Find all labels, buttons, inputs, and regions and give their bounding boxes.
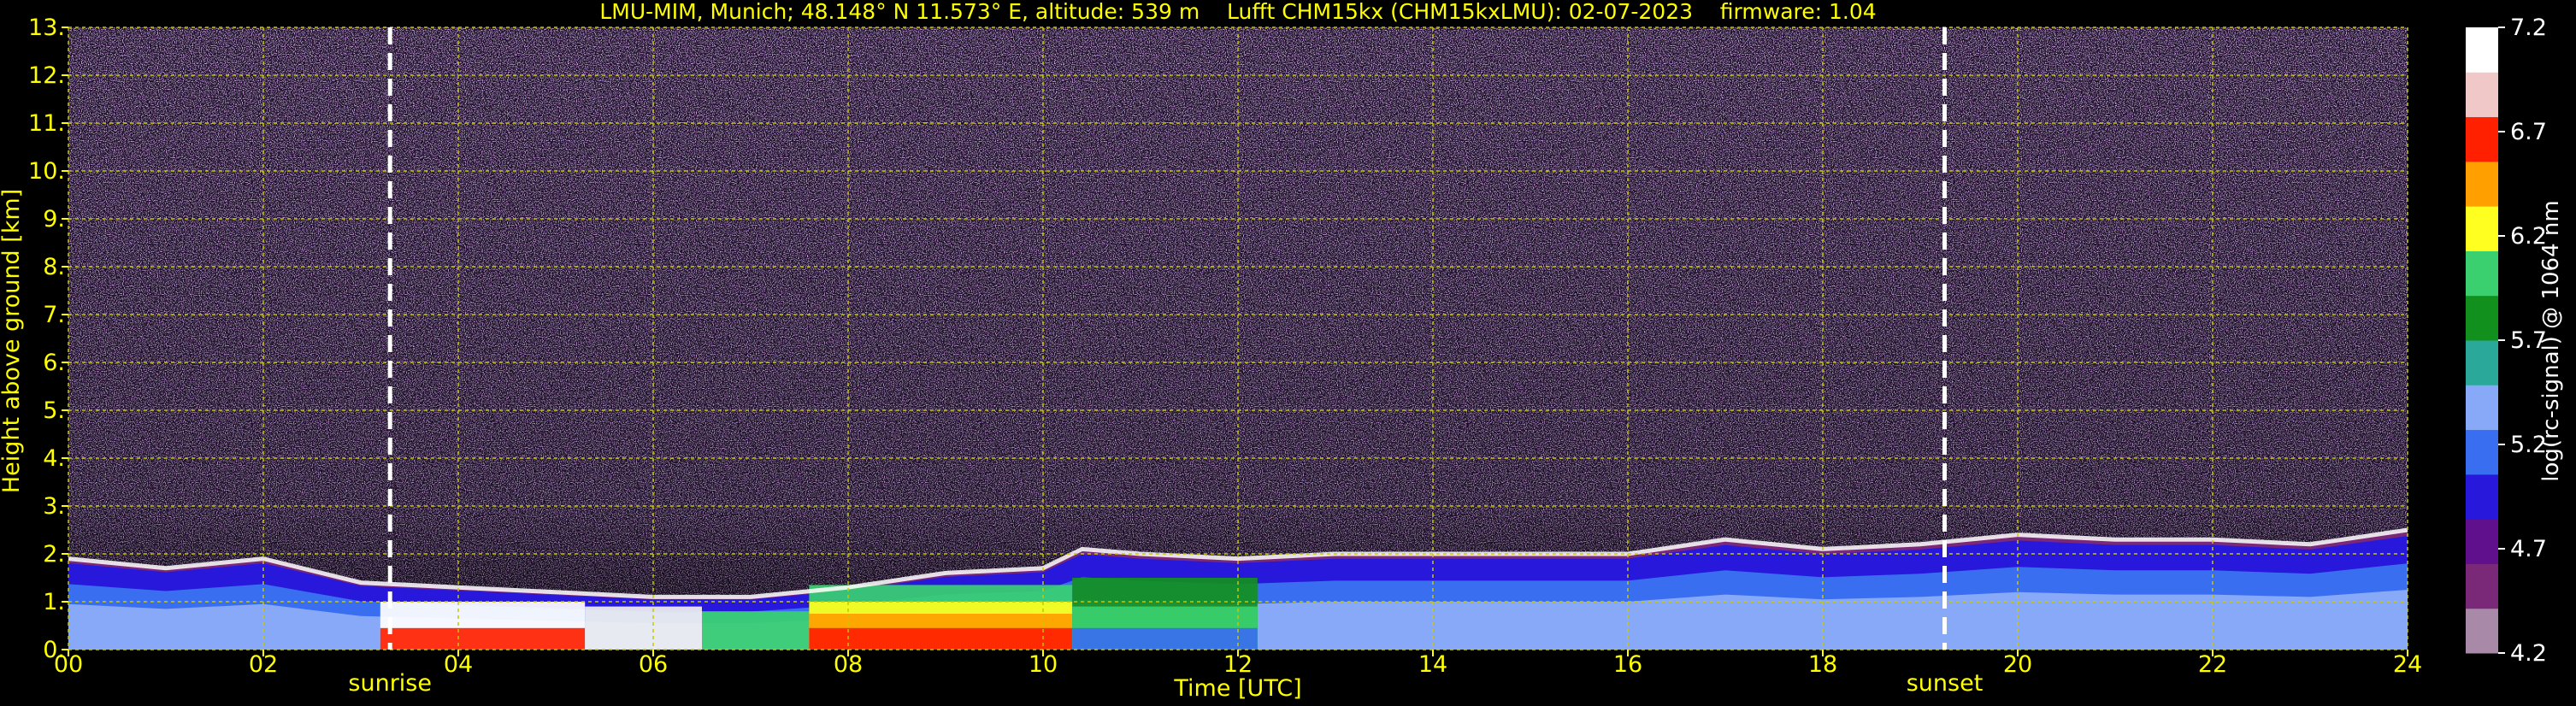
- colorbar-segment: [2466, 519, 2498, 564]
- signal-patch: [585, 606, 702, 650]
- y-tick-label: 4.: [43, 445, 65, 472]
- y-tick-label: 11.: [28, 110, 65, 137]
- x-tick-label: 02: [249, 651, 278, 678]
- y-tick-label: 12.: [28, 62, 65, 89]
- colorbar-segment: [2466, 563, 2498, 609]
- colorbar-segment: [2466, 295, 2498, 341]
- colorbar-segment: [2466, 385, 2498, 431]
- colorbar-tick-label: 6.7: [2510, 119, 2547, 145]
- y-tick-label: 0.: [43, 637, 65, 663]
- x-tick-label: 14: [1418, 651, 1447, 678]
- colorbar-segment: [2466, 474, 2498, 520]
- signal-patch: [702, 611, 810, 650]
- colorbar: 4.24.75.25.76.26.77.2: [2466, 15, 2547, 667]
- colorbar-segment: [2466, 116, 2498, 162]
- colorbar-segment: [2466, 27, 2498, 73]
- y-tick-label: 1.: [43, 589, 65, 615]
- sunrise-label: sunrise: [348, 670, 432, 697]
- y-tick-label: 10.: [28, 158, 65, 185]
- x-tick-label: 06: [639, 651, 668, 678]
- colorbar-segment: [2466, 250, 2498, 297]
- signal-patch: [380, 627, 586, 650]
- x-tick-label: 18: [1808, 651, 1837, 678]
- y-tick-label: 2.: [43, 541, 65, 568]
- colorbar-tick-label: 4.2: [2510, 640, 2547, 667]
- y-axis-label: Height above ground [km]: [0, 189, 25, 493]
- colorbar-tick-label: 4.7: [2510, 536, 2547, 562]
- x-tick-label: 16: [1613, 651, 1642, 678]
- colorbar-segment: [2466, 161, 2498, 207]
- x-tick-label: 12: [1223, 651, 1253, 678]
- signal-patch: [1072, 627, 1258, 650]
- colorbar-segment: [2466, 72, 2498, 118]
- y-tick-label: 3.: [43, 493, 65, 520]
- sunset-label: sunset: [1907, 670, 1984, 697]
- x-tick-label: 24: [2393, 651, 2422, 678]
- y-tick-label: 7.: [43, 302, 65, 328]
- plot-area: [68, 26, 2408, 650]
- ceilometer-figure: 00 02 04 06 08 10 12 14 16 18 20 22 24 0.1.2.3.4.5.6…: [0, 0, 2564, 702]
- x-tick-label: 10: [1029, 651, 1058, 678]
- colorbar-segment: [2466, 608, 2498, 654]
- y-tick-label: 13.: [28, 15, 65, 41]
- y-axis-ticks: 0. 1. 2. 3. 4. 5. 6. 7. 8. 9. 10. 11. 12. 13.: [28, 15, 68, 663]
- colorbar-segment: [2466, 206, 2498, 251]
- x-tick-label: 04: [444, 651, 473, 678]
- x-tick-label: 22: [2198, 651, 2227, 678]
- y-tick-label: 6.: [43, 350, 65, 376]
- chart-title: LMU-MIM, Munich; 48.148° N 11.573° E, al…: [599, 0, 1876, 24]
- y-tick-label: 8.: [43, 254, 65, 280]
- y-tick-label: 5.: [43, 397, 65, 424]
- colorbar-label: log(rc-signal) @ 1064 nm: [2538, 200, 2564, 481]
- x-tick-label: 20: [2003, 651, 2032, 678]
- y-tick-label: 9.: [43, 206, 65, 232]
- x-tick-label: 08: [834, 651, 863, 678]
- colorbar-segment: [2466, 429, 2498, 475]
- colorbar-segment: [2466, 340, 2498, 385]
- colorbar-tick-label: 7.2: [2510, 15, 2547, 41]
- x-axis-label: Time [UTC]: [1173, 675, 1301, 702]
